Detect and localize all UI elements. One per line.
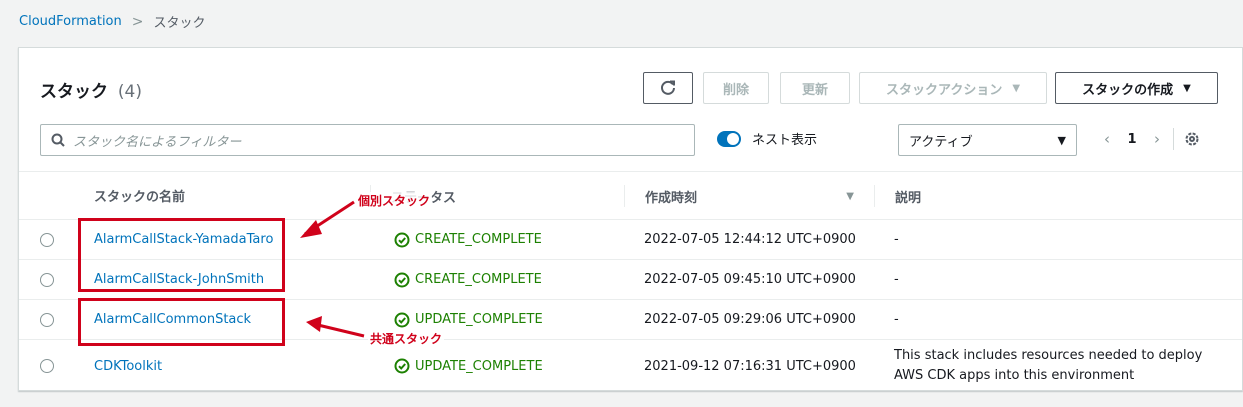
- create-stack-button[interactable]: スタックの作成 ▼: [1055, 72, 1218, 104]
- row-select-radio[interactable]: [40, 359, 54, 373]
- annotation-label-common: 共通スタック: [368, 330, 445, 347]
- column-header-name[interactable]: スタックの名前: [74, 172, 370, 219]
- stack-name-link[interactable]: CDKToolkit: [94, 340, 162, 392]
- status-text: CREATE_COMPLETE: [415, 272, 542, 287]
- caret-down-icon: ▼: [1012, 82, 1021, 94]
- caret-down-icon: ▼: [1057, 133, 1066, 147]
- status-filter-value: アクティブ: [909, 134, 973, 150]
- sort-down-icon[interactable]: ▼: [846, 191, 854, 202]
- stack-description: This stack includes resources needed to …: [894, 348, 1203, 383]
- stack-actions-label: スタックアクション: [885, 82, 1003, 98]
- column-header-created[interactable]: 作成時刻 ▼: [624, 185, 874, 207]
- chevron-right-icon[interactable]: ›: [1147, 130, 1167, 148]
- toggle-label: ネスト表示: [752, 133, 818, 148]
- status-success-icon: [394, 232, 410, 248]
- toggle-switch[interactable]: [717, 130, 741, 147]
- stack-status: UPDATE_COMPLETE: [394, 340, 543, 392]
- created-time: 2021-09-12 07:16:31 UTC+0900: [644, 358, 856, 374]
- stack-description: -: [894, 271, 899, 287]
- create-stack-label: スタックの作成: [1082, 82, 1174, 98]
- breadcrumb: CloudFormation > スタック: [19, 12, 206, 32]
- pagination: ‹ 1 ›: [1097, 128, 1200, 150]
- search-placeholder: スタック名によるフィルター: [73, 134, 242, 150]
- status-success-icon: [394, 272, 410, 288]
- page-number[interactable]: 1: [1117, 132, 1147, 147]
- search-input[interactable]: スタック名によるフィルター: [40, 124, 695, 156]
- update-button[interactable]: 更新: [780, 72, 850, 104]
- annotation-box-common: [78, 298, 285, 346]
- row-select-radio[interactable]: [40, 312, 54, 327]
- created-time: 2022-07-05 09:45:10 UTC+0900: [644, 272, 856, 287]
- status-text: CREATE_COMPLETE: [415, 232, 542, 247]
- status-text: UPDATE_COMPLETE: [415, 358, 543, 374]
- chevron-left-icon[interactable]: ‹: [1097, 130, 1117, 148]
- stack-actions-button[interactable]: スタックアクション ▼: [859, 72, 1047, 104]
- annotation-box-individual: [78, 218, 285, 292]
- row-select-radio[interactable]: [40, 272, 54, 287]
- table-row[interactable]: CDKToolkit UPDATE_COMPLETE 2021-09-12 07:1…: [19, 340, 1242, 392]
- panel-title-text: スタック: [40, 82, 108, 102]
- annotation-label-individual: 個別スタック: [356, 192, 433, 209]
- breadcrumb-cloudformation-link[interactable]: CloudFormation: [19, 14, 122, 29]
- stack-status: CREATE_COMPLETE: [394, 260, 542, 299]
- search-icon: [51, 133, 65, 147]
- column-header-description[interactable]: 説明: [874, 185, 1224, 207]
- caret-down-icon: ▼: [1183, 82, 1191, 94]
- row-select-radio[interactable]: [40, 232, 54, 247]
- stack-description: -: [894, 311, 899, 327]
- nested-view-toggle[interactable]: ネスト表示: [717, 129, 817, 148]
- table-header: スタックの名前 ステータス 作成時刻 ▼ 説明: [19, 171, 1242, 220]
- breadcrumb-current: スタック: [153, 16, 206, 31]
- status-success-icon: [394, 358, 410, 374]
- breadcrumb-separator-icon: >: [131, 13, 144, 30]
- created-time: 2022-07-05 09:29:06 UTC+0900: [644, 312, 856, 327]
- divider: [1173, 128, 1174, 150]
- refresh-icon: [660, 80, 676, 96]
- stack-description: -: [894, 231, 899, 247]
- refresh-button[interactable]: [643, 72, 693, 104]
- status-success-icon: [394, 312, 410, 328]
- stack-status: CREATE_COMPLETE: [394, 220, 542, 259]
- status-text: UPDATE_COMPLETE: [415, 312, 543, 327]
- panel-title: スタック (4): [40, 77, 142, 102]
- gear-icon[interactable]: [1184, 131, 1200, 147]
- status-filter-select[interactable]: アクティブ ▼: [898, 124, 1077, 156]
- stack-count: (4): [117, 82, 143, 102]
- created-time: 2022-07-05 12:44:12 UTC+0900: [644, 232, 856, 247]
- delete-button[interactable]: 削除: [703, 72, 769, 104]
